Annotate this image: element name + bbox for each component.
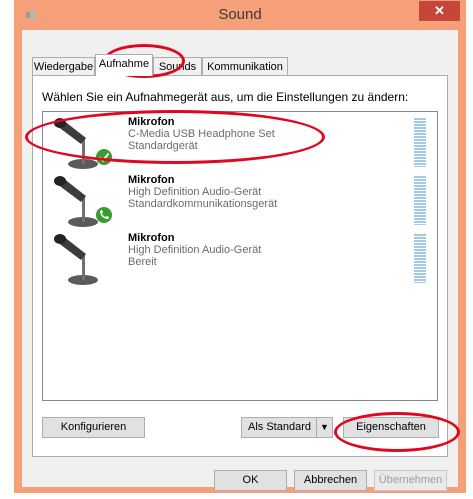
tab-aufnahme[interactable]: Aufnahme: [95, 54, 153, 76]
device-description: C-Media USB Headphone Set: [128, 128, 275, 140]
device-description: High Definition Audio-Gerät: [128, 244, 262, 256]
device-status: Standardgerät: [128, 140, 198, 152]
set-default-button[interactable]: Als Standard ▼: [241, 417, 333, 438]
list-item[interactable]: Mikrofon C-Media USB Headphone Set Stand…: [43, 112, 437, 170]
phone-icon: [96, 207, 112, 223]
device-description: High Definition Audio-Gerät: [128, 186, 262, 198]
instruction-text: Wählen Sie ein Aufnahmegerät aus, um die…: [42, 90, 409, 104]
device-name: Mikrofon: [128, 174, 175, 186]
check-icon: [96, 149, 112, 165]
device-status: Standardkommunikationsgerät: [128, 198, 278, 210]
device-status: Bereit: [128, 256, 157, 268]
tab-sounds[interactable]: Sounds: [153, 57, 202, 75]
list-item[interactable]: Mikrofon High Definition Audio-Gerät Ber…: [43, 228, 437, 286]
set-default-label: Als Standard: [248, 421, 311, 433]
level-meter: [414, 176, 426, 225]
cancel-button[interactable]: Abbrechen: [294, 470, 367, 491]
dialog-client-area: Wiedergabe Aufnahme Sounds Kommunikation…: [22, 30, 458, 491]
title-bar[interactable]: Sound ✕: [14, 0, 466, 30]
device-name: Mikrofon: [128, 232, 175, 244]
recording-device-list[interactable]: Mikrofon C-Media USB Headphone Set Stand…: [42, 111, 438, 401]
device-name: Mikrofon: [128, 116, 175, 128]
ok-button[interactable]: OK: [214, 470, 287, 491]
chevron-down-icon[interactable]: ▼: [316, 418, 332, 437]
properties-button[interactable]: Eigenschaften: [343, 417, 439, 438]
sound-dialog: Sound ✕ Wiedergabe Aufnahme Sounds Kommu…: [14, 0, 466, 493]
close-button[interactable]: ✕: [419, 1, 460, 21]
recording-tab-panel: Wählen Sie ein Aufnahmegerät aus, um die…: [32, 75, 448, 457]
tab-wiedergabe[interactable]: Wiedergabe: [32, 57, 95, 75]
level-meter: [414, 234, 426, 283]
device-text: Mikrofon High Definition Audio-Gerät Sta…: [128, 174, 277, 210]
window-title: Sound: [218, 6, 262, 23]
list-item[interactable]: Mikrofon High Definition Audio-Gerät Sta…: [43, 170, 437, 228]
device-text: Mikrofon High Definition Audio-Gerät Ber…: [128, 232, 261, 268]
configure-button[interactable]: Konfigurieren: [42, 417, 145, 438]
device-text: Mikrofon C-Media USB Headphone Set Stand…: [128, 116, 275, 152]
microphone-icon: [54, 234, 98, 285]
tab-kommunikation[interactable]: Kommunikation: [202, 57, 288, 75]
apply-button[interactable]: Übernehmen: [374, 470, 447, 491]
level-meter: [414, 118, 426, 167]
